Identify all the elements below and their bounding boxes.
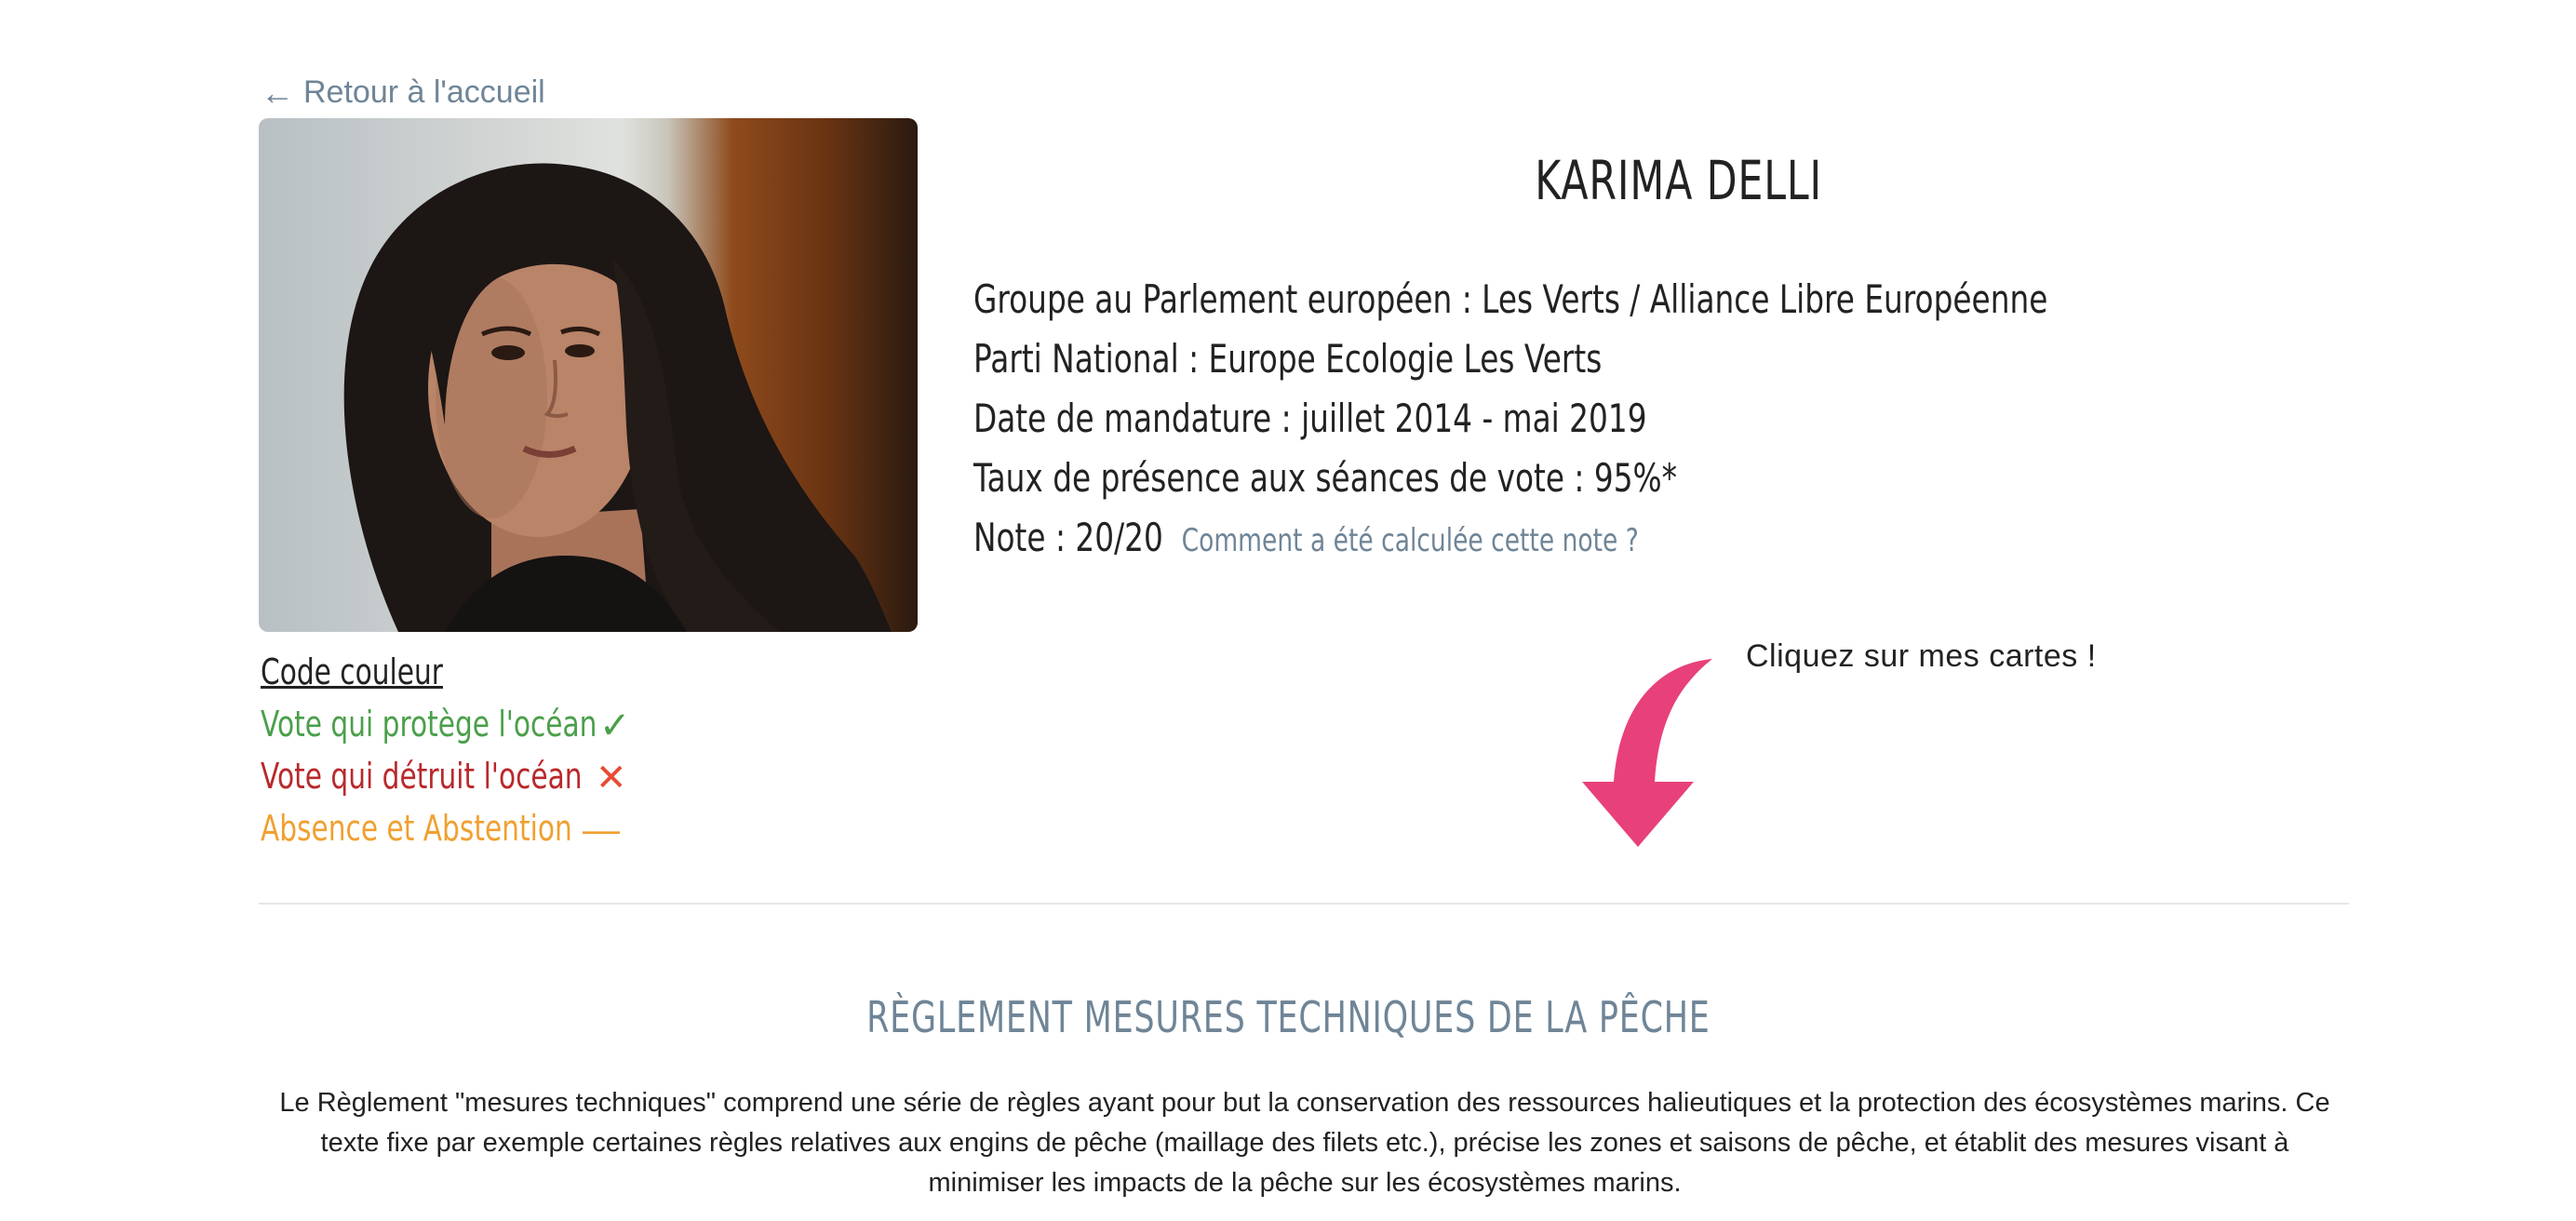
legend-item-label: Absence et Abstention xyxy=(261,808,572,849)
back-link-label: Retour à l'accueil xyxy=(303,74,545,110)
section-title: RÈGLEMENT MESURES TECHNIQUES DE LA PÊCHE xyxy=(0,992,2576,1042)
legend-item-label: Vote qui détruit l'océan xyxy=(261,756,583,797)
european-group: Groupe au Parlement européen : Les Verts… xyxy=(973,276,2048,322)
page: ← Retour à l'accueil KARIMA DELLI Groupe… xyxy=(0,0,2576,1221)
legend-title: Code couleur xyxy=(261,651,443,692)
section-description: Le Règlement "mesures techniques" compre… xyxy=(279,1088,2330,1198)
section-divider xyxy=(259,903,2349,905)
score-explanation-link[interactable]: Comment a été calculée cette note ? xyxy=(1182,522,1639,559)
national-party: Parti National : Europe Ecologie Les Ver… xyxy=(973,336,1603,382)
cross-icon: ✕ xyxy=(596,758,627,798)
curved-arrow-icon xyxy=(1582,659,1712,847)
score-line: Note : 20/20 Comment a été calculée cett… xyxy=(973,508,2135,568)
mep-portrait-photo xyxy=(259,118,918,632)
back-arrow-icon: ← xyxy=(261,73,294,112)
back-to-home-link[interactable]: ← Retour à l'accueil xyxy=(261,74,545,111)
mandate-dates: Date de mandature : juillet 2014 - mai 2… xyxy=(973,396,1647,441)
legend-item-absence: Absence et Abstention — xyxy=(261,808,691,860)
color-code-legend: Code couleur Vote qui protège l'océan ✓ … xyxy=(261,651,691,860)
click-cards-hint: Cliquez sur mes cartes ! xyxy=(1746,638,2097,674)
checkmark-icon: ✓ xyxy=(599,705,631,746)
legend-item-label: Vote qui protège l'océan xyxy=(261,704,597,745)
mep-name: KARIMA DELLI xyxy=(1535,149,1822,212)
dash-icon: — xyxy=(583,810,620,851)
legend-item-destroy: Vote qui détruit l'océan ✕ xyxy=(261,756,691,808)
attendance-rate: Taux de présence aux séances de vote : 9… xyxy=(973,455,1678,501)
score-value: Note : 20/20 xyxy=(973,515,1163,560)
section-title-text: RÈGLEMENT MESURES TECHNIQUES DE LA PÊCHE xyxy=(865,992,1711,1042)
profile-details: Groupe au Parlement européen : Les Verts… xyxy=(973,270,2462,568)
legend-item-protect: Vote qui protège l'océan ✓ xyxy=(261,704,691,756)
